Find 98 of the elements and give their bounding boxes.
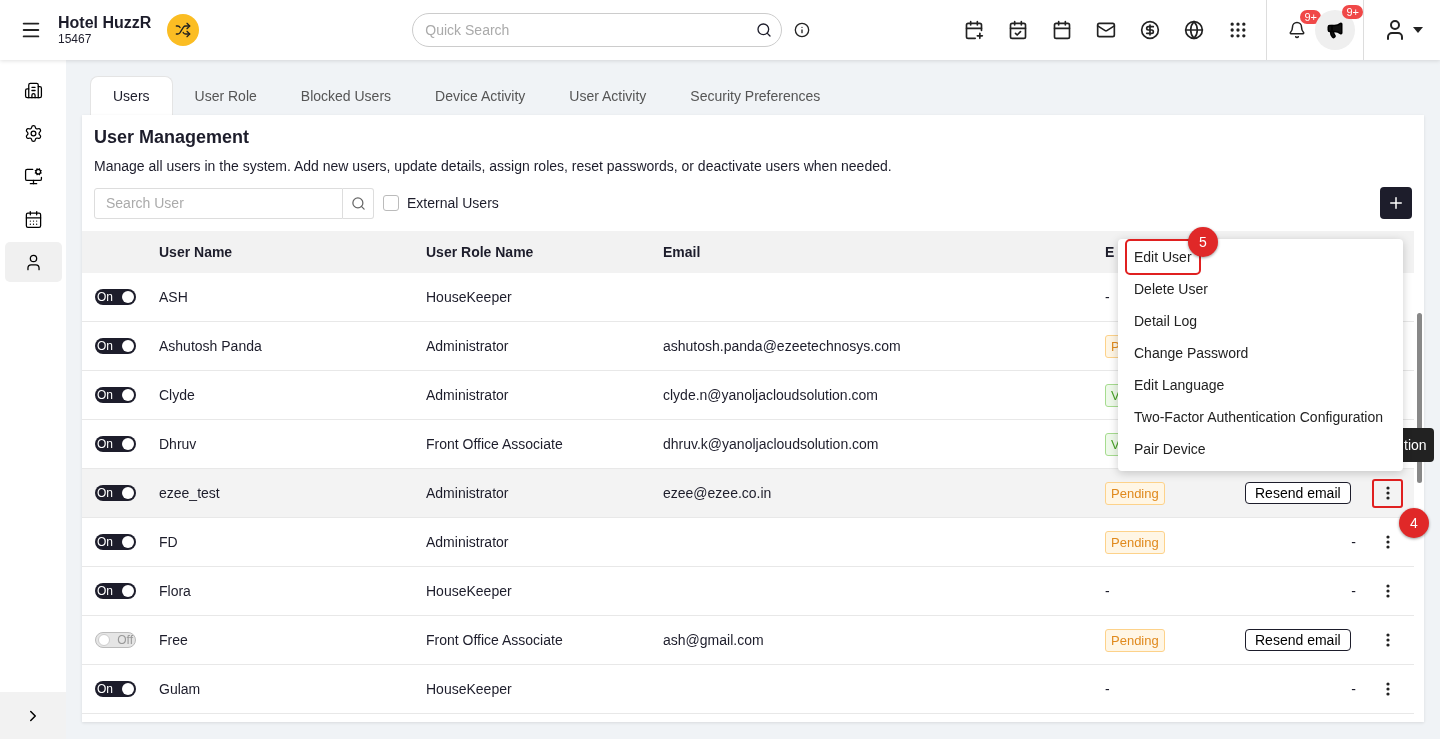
table-cell: Administrator: [426, 485, 509, 501]
table-cell: -: [1351, 583, 1356, 599]
column-header: Email: [663, 244, 701, 260]
table-cell: Administrator: [426, 387, 509, 403]
status-toggle[interactable]: On: [95, 681, 136, 697]
more-icon: [1385, 486, 1390, 500]
column-header: User Name: [159, 244, 233, 260]
table-cell: ashutosh.panda@ezeetechnosys.com: [663, 338, 901, 354]
tab[interactable]: User Activity: [547, 76, 669, 115]
resend-email-button[interactable]: Resend email: [1245, 629, 1351, 651]
table-cell: FD: [159, 534, 178, 550]
tab[interactable]: Blocked Users: [278, 76, 414, 115]
sidebar-item[interactable]: [4, 242, 62, 282]
table-cell: clyde.n@yanoljacloudsolution.com: [663, 387, 878, 403]
tab[interactable]: Users: [90, 76, 173, 115]
menu-item[interactable]: Detail Log: [1127, 305, 1205, 337]
menu-item[interactable]: Delete User: [1127, 273, 1215, 305]
search-icon: [350, 195, 366, 211]
menu-item[interactable]: Pair Device: [1127, 433, 1213, 465]
status-toggle[interactable]: On: [95, 338, 136, 354]
table-cell: Front Office Associate: [426, 632, 563, 648]
table-cell: Dhruv: [159, 436, 197, 452]
info-icon[interactable]: [794, 22, 811, 38]
page-title: User Management: [94, 127, 251, 148]
calendar-icon[interactable]: [1052, 20, 1072, 40]
status-toggle[interactable]: On: [95, 387, 136, 403]
table-cell: -: [1105, 681, 1110, 697]
table-cell: Front Office Associate: [426, 436, 563, 452]
table-cell: Ashutosh Panda: [159, 338, 262, 354]
page-description: Manage all users in the system. Add new users, update details, assign roles, reset passwords, or deactivate users when needed.: [94, 158, 893, 174]
table-cell: -: [1105, 583, 1110, 599]
checkbox[interactable]: [383, 195, 399, 211]
table-cell: ezee_test: [159, 485, 220, 501]
table-cell: ezee@ezee.co.in: [663, 485, 772, 501]
step-badge: 4: [1399, 507, 1429, 538]
table-cell: Clyde: [159, 387, 195, 403]
status-toggle[interactable]: On: [95, 289, 136, 305]
table-cell: Administrator: [426, 534, 509, 550]
mail-icon[interactable]: [1096, 20, 1116, 40]
building-icon: [23, 80, 43, 100]
column-header: User Role Name: [426, 244, 534, 260]
more-icon: [1385, 535, 1390, 549]
quick-search-field[interactable]: Quick Search: [412, 13, 783, 47]
status-badge: Pending: [1105, 481, 1165, 505]
menu-item[interactable]: Two-Factor Authentication Configuration: [1127, 401, 1391, 433]
column-header: E: [1105, 244, 1115, 260]
announcement-badge: 9+: [1342, 5, 1363, 19]
table-cell: ASH: [159, 289, 188, 305]
menu-item[interactable]: Edit Language: [1127, 369, 1232, 401]
notification-badge: 9+: [1300, 10, 1321, 24]
user-search-field[interactable]: Search User: [94, 187, 343, 219]
table-cell: Flora: [159, 583, 191, 599]
table-cell: ash@gmail.com: [663, 632, 764, 648]
shuffle-icon: [175, 22, 192, 38]
tab[interactable]: Security Preferences: [668, 76, 843, 115]
table-cell: HouseKeeper: [426, 681, 512, 697]
status-badge: Pending: [1105, 628, 1165, 652]
table-cell: HouseKeeper: [426, 583, 512, 599]
megaphone-icon: [1326, 21, 1344, 39]
table-cell: dhruv.k@yanoljacloudsolution.com: [663, 436, 879, 452]
search-icon[interactable]: [756, 22, 773, 38]
globe-icon[interactable]: [1184, 20, 1204, 40]
more-icon: [1385, 682, 1390, 696]
resend-email-button[interactable]: Resend email: [1245, 482, 1351, 504]
table-cell: Gulam: [159, 681, 201, 697]
table-cell: -: [1351, 534, 1356, 550]
plus-icon: [1387, 194, 1405, 212]
more-options-button[interactable]: [1372, 478, 1403, 508]
bell-icon[interactable]: [1288, 21, 1306, 39]
search-button[interactable]: [343, 187, 374, 219]
more-icon: [1385, 633, 1390, 647]
calendar-check-icon[interactable]: [1008, 20, 1028, 40]
monitor-icon: [23, 166, 43, 186]
status-toggle[interactable]: On: [95, 583, 136, 599]
grid-icon[interactable]: [1228, 20, 1248, 40]
calendar-plus-icon[interactable]: [964, 20, 984, 40]
more-icon: [1385, 584, 1390, 598]
shuffle-button[interactable]: [167, 14, 200, 46]
tab[interactable]: Device Activity: [413, 76, 548, 115]
status-toggle[interactable]: On: [95, 436, 136, 452]
table-cell: Free: [159, 632, 188, 648]
add-button[interactable]: [1380, 187, 1412, 219]
table-cell: HouseKeeper: [426, 289, 512, 305]
table-cell: -: [1105, 289, 1110, 305]
status-toggle[interactable]: On: [95, 485, 136, 501]
dollar-icon[interactable]: [1140, 20, 1160, 40]
table-cell: Administrator: [426, 338, 509, 354]
menu-item[interactable]: Change Password: [1127, 337, 1256, 369]
hotel-name: Hotel HuzzR: [58, 14, 152, 32]
checkbox-label: External Users: [407, 195, 499, 211]
status-toggle[interactable]: On: [95, 534, 136, 550]
calendar-icon: [23, 209, 43, 229]
caret-icon[interactable]: [1413, 27, 1423, 33]
hotel-code: 15467: [58, 32, 93, 46]
tab[interactable]: User Role: [172, 76, 279, 115]
settings-icon: [23, 123, 43, 143]
table-cell: -: [1351, 681, 1356, 697]
status-badge: Pending: [1105, 530, 1165, 554]
